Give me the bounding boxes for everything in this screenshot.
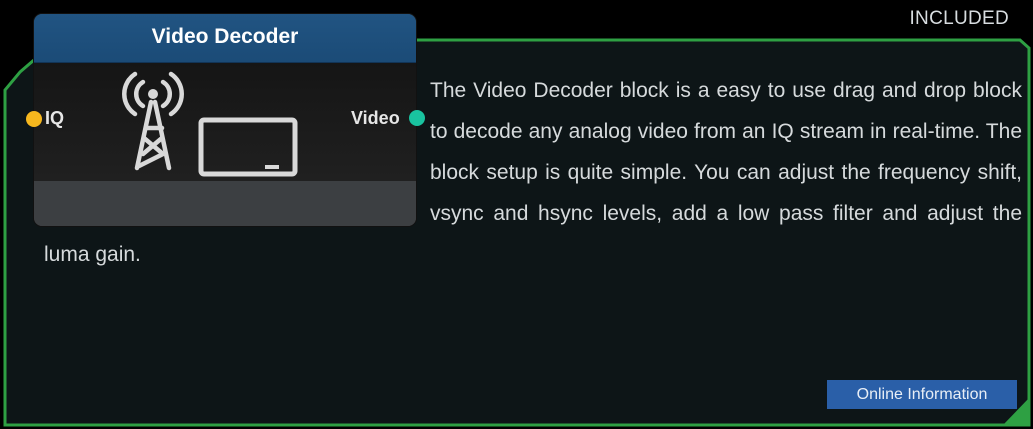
description-area: The Video Decoder block is a easy to use… [44,70,1022,275]
text-wrap-spacer [44,70,430,234]
block-title: Video Decoder [34,14,416,63]
iq-input-port[interactable] [26,111,42,127]
product-card: INCLUDED Video Decoder IQ Video The Vide… [0,0,1033,429]
included-badge: INCLUDED [909,8,1009,29]
online-information-button[interactable]: Online Information [827,380,1017,409]
